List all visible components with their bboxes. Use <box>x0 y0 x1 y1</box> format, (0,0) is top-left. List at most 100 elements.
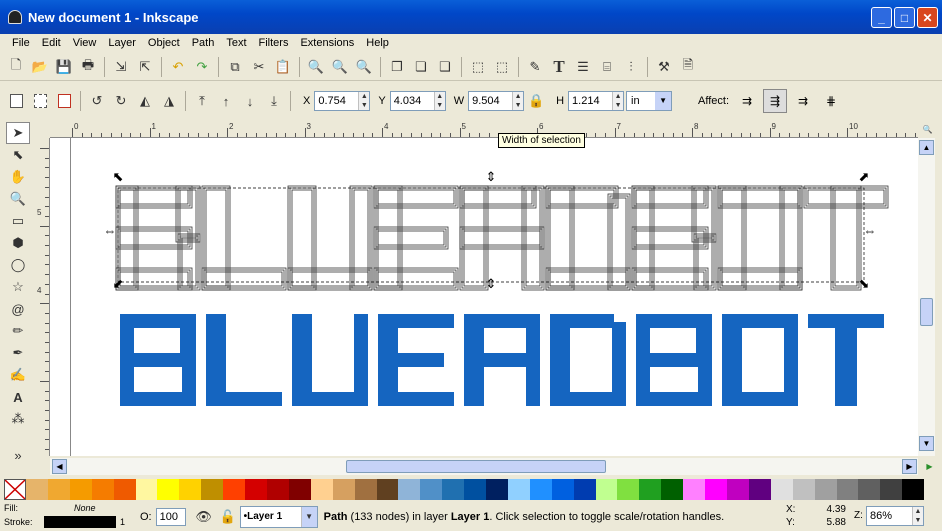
stroke-swatch[interactable] <box>44 516 116 528</box>
menu-filters[interactable]: Filters <box>253 37 295 49</box>
redo-icon[interactable]: ↷ <box>192 57 212 77</box>
filled-letter-part[interactable] <box>722 314 798 328</box>
h-spin-arrows[interactable]: ▲ ▼ <box>612 92 624 110</box>
copy-icon[interactable]: ⧉ <box>225 57 245 77</box>
zoom-corner-icon[interactable]: 🔍 <box>920 122 935 137</box>
color-manage-icon[interactable]: ▶ <box>922 459 937 474</box>
outline-letter-stroke[interactable] <box>373 226 449 250</box>
artwork[interactable]: ⬉ ⬈ ⬋ ⬊ ⇕ ⇕ ⇔ ⇔ <box>50 138 918 456</box>
color-swatch[interactable] <box>529 479 552 500</box>
print-icon[interactable]: 🖶 <box>78 57 98 77</box>
scale-handle[interactable]: ⬋ <box>113 276 124 291</box>
filled-letter-part[interactable] <box>206 392 282 406</box>
filled-letter-part[interactable] <box>835 314 857 406</box>
opacity-field[interactable]: 100 <box>155 507 186 526</box>
color-swatch[interactable] <box>288 479 311 500</box>
outline-letter-stroke[interactable] <box>375 187 457 207</box>
ellipse-tool-icon[interactable]: ◯ <box>6 254 30 276</box>
deselect-icon[interactable] <box>54 91 74 111</box>
flip-horizontal-icon[interactable]: ◭ <box>135 91 155 111</box>
filled-letter-part[interactable] <box>120 353 188 367</box>
outline-letter-stroke[interactable] <box>117 269 191 289</box>
clone-icon[interactable]: ❏ <box>411 57 431 77</box>
outline-letter-stroke[interactable] <box>803 185 889 209</box>
width-field[interactable]: 9.504 ▲ ▼ <box>468 91 525 111</box>
eye-icon[interactable]: 👁 <box>194 507 214 527</box>
outline-letter-stroke[interactable] <box>205 271 283 287</box>
outline-letter-stroke[interactable] <box>115 185 193 209</box>
outline-letter-stroke[interactable] <box>463 230 541 246</box>
outline-letter-stroke[interactable] <box>289 187 315 289</box>
color-swatch[interactable] <box>507 479 530 500</box>
unlink-clone-icon[interactable]: ❑ <box>435 57 455 77</box>
filled-letter-part[interactable] <box>696 314 712 360</box>
pen-tool-icon[interactable]: ✒ <box>6 342 30 364</box>
group-icon[interactable]: ⬚ <box>468 57 488 77</box>
scale-handle[interactable]: ⇕ <box>486 169 497 184</box>
horizontal-scrollbar[interactable]: ◀ ▶ <box>50 458 918 475</box>
outline-letter-stroke[interactable] <box>291 271 369 287</box>
outline-letter-stroke[interactable] <box>721 189 799 205</box>
color-swatch[interactable] <box>727 479 749 500</box>
outline-letter-stroke[interactable] <box>721 271 799 287</box>
filled-letter-part[interactable] <box>378 392 454 406</box>
outline-letter-stroke[interactable] <box>830 185 862 291</box>
outline-letter-stroke[interactable] <box>547 269 629 289</box>
rotate-ccw-icon[interactable]: ↺ <box>87 91 107 111</box>
outline-letter-stroke[interactable] <box>832 187 860 289</box>
outline-letter-stroke[interactable] <box>203 269 285 289</box>
lock-icon[interactable]: 🔒 <box>526 91 546 111</box>
spiral-tool-icon[interactable]: @ <box>6 298 30 320</box>
outline-letter-stroke[interactable] <box>545 267 631 291</box>
color-swatch[interactable] <box>595 479 618 500</box>
zoom-drawing-icon[interactable]: 🔍 <box>330 57 350 77</box>
color-swatch[interactable] <box>792 479 815 500</box>
color-swatch[interactable] <box>486 479 508 500</box>
flip-vertical-icon[interactable]: ◮ <box>159 91 179 111</box>
vertical-scroll-thumb[interactable] <box>920 298 933 326</box>
filled-letter-part[interactable] <box>464 314 532 328</box>
xml-editor-icon[interactable]: ⌸ <box>597 57 617 77</box>
scale-handle[interactable]: ⬉ <box>113 169 124 184</box>
calligraphy-tool-icon[interactable]: ✍ <box>6 364 30 386</box>
3d-box-tool-icon[interactable]: ⬢ <box>6 232 30 254</box>
color-swatch[interactable] <box>310 479 333 500</box>
cut-icon[interactable]: ✂ <box>249 57 269 77</box>
rotate-cw-icon[interactable]: ↻ <box>111 91 131 111</box>
filled-letter-part[interactable] <box>378 353 444 367</box>
outline-letter-stroke[interactable] <box>375 269 457 289</box>
outline-letter-stroke[interactable] <box>631 267 709 291</box>
outline-letter-stroke[interactable] <box>549 271 627 287</box>
outline-letter-stroke[interactable] <box>781 187 801 289</box>
fill-stroke-indicator[interactable]: Fill: None Stroke: 1 <box>0 502 140 531</box>
menu-path[interactable]: Path <box>186 37 221 49</box>
outline-letter-stroke[interactable] <box>631 185 655 291</box>
filled-letter-part[interactable] <box>550 314 614 328</box>
undo-icon[interactable]: ↶ <box>168 57 188 77</box>
color-swatch[interactable] <box>201 479 224 500</box>
document-properties-icon[interactable]: 🗎 <box>678 57 698 77</box>
filled-letter-part[interactable] <box>120 314 188 328</box>
outline-letter-stroke[interactable] <box>375 228 447 248</box>
outline-letter-stroke[interactable] <box>461 228 543 248</box>
maximize-button[interactable]: □ <box>894 7 915 28</box>
layer-lock-icon[interactable]: 🔓 <box>218 507 238 527</box>
scale-handle[interactable]: ⇕ <box>486 276 497 291</box>
outline-letter-stroke[interactable] <box>459 185 537 209</box>
scale-handle[interactable]: ⇔ <box>104 223 117 238</box>
outline-letter-stroke[interactable] <box>375 187 401 289</box>
outline-letter-stroke[interactable] <box>373 267 459 291</box>
color-swatch[interactable] <box>464 479 487 500</box>
color-swatch[interactable] <box>705 479 727 500</box>
color-swatch[interactable] <box>617 479 640 500</box>
outline-letter-stroke[interactable] <box>633 187 653 289</box>
outline-letter-stroke[interactable] <box>609 195 629 289</box>
scale-handle[interactable]: ⇔ <box>864 223 877 238</box>
new-document-icon[interactable]: 🗋 <box>6 57 26 77</box>
vertical-scrollbar[interactable]: ▲ ▼ <box>918 138 935 456</box>
x-spin-arrows[interactable]: ▲ ▼ <box>358 92 370 110</box>
color-swatch[interactable] <box>91 479 114 500</box>
color-swatch[interactable] <box>223 479 246 500</box>
scale-handle[interactable]: ⬊ <box>859 276 870 291</box>
minimize-button[interactable]: _ <box>871 7 892 28</box>
